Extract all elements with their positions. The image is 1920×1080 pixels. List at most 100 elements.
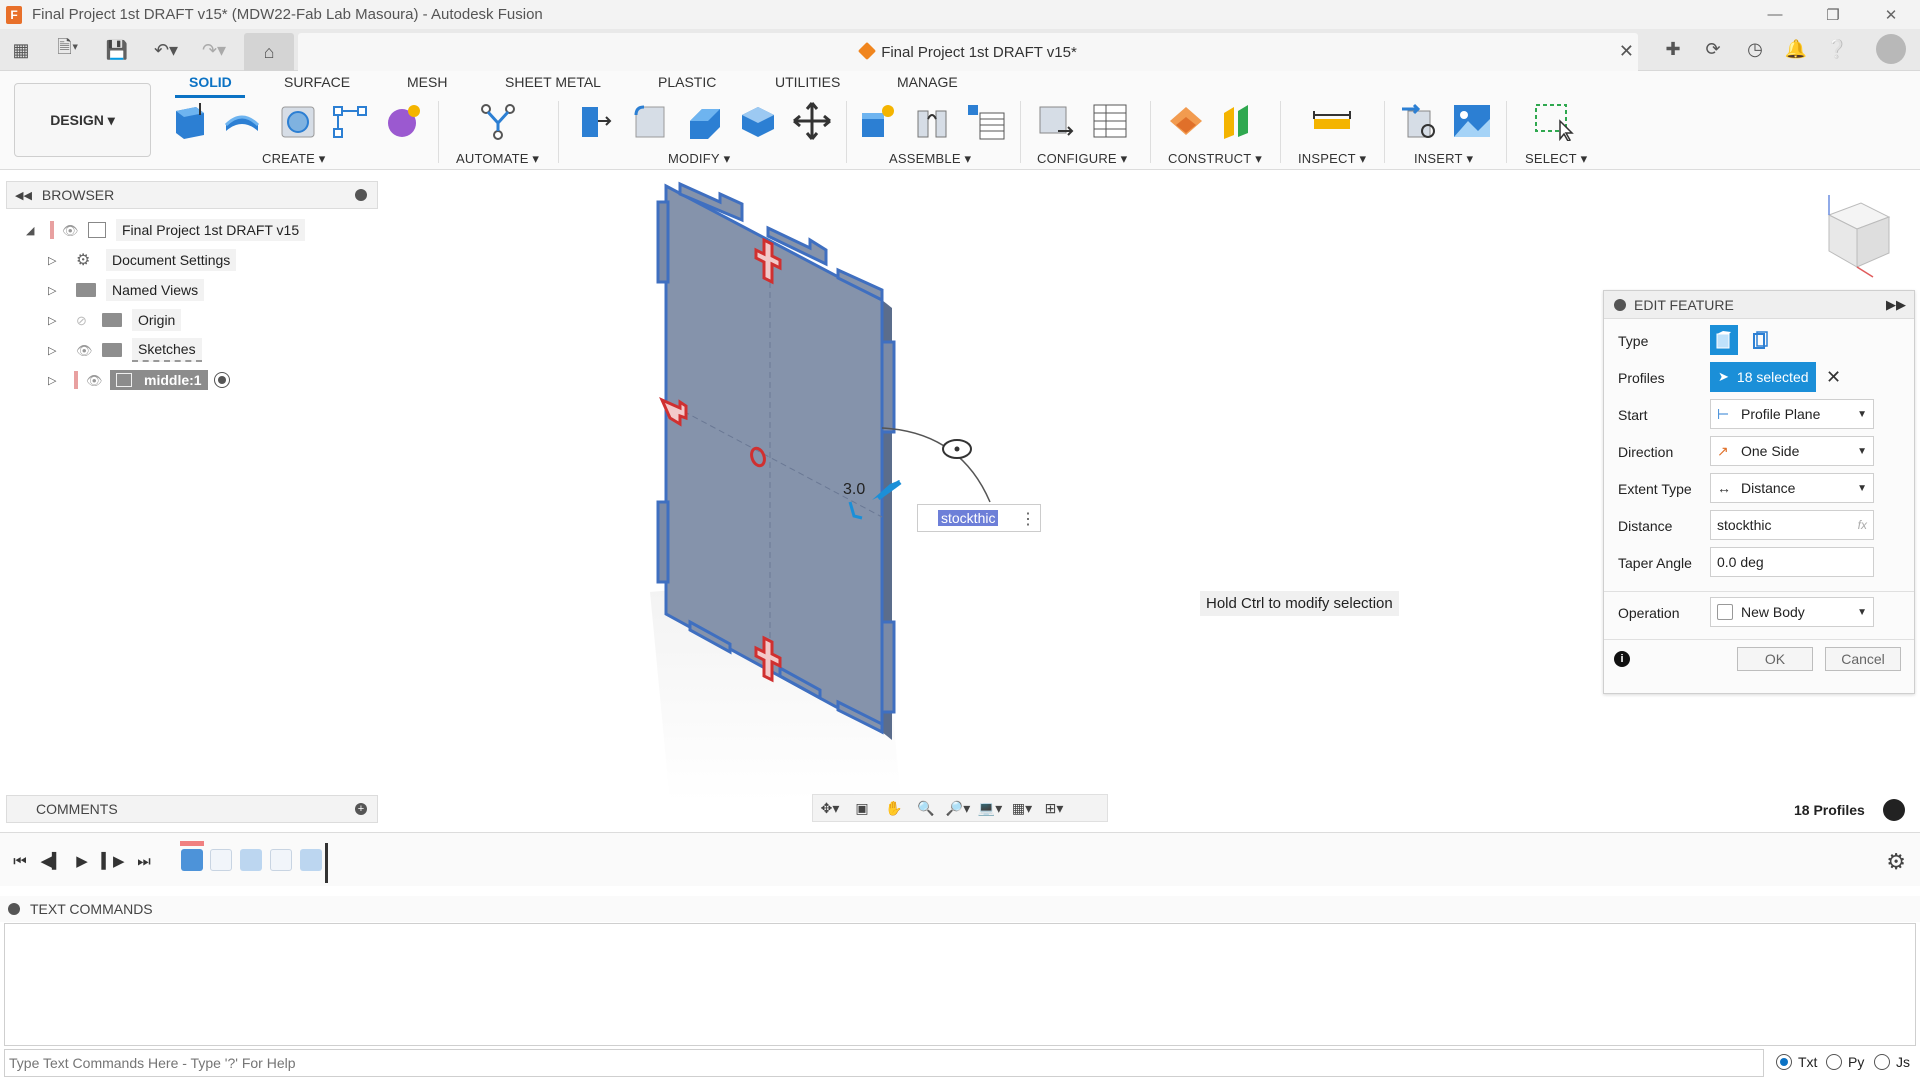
look-at-icon[interactable]: ▣ (849, 798, 875, 818)
expand-dialog-icon[interactable]: ▶▶ (1886, 297, 1906, 313)
revolve-icon[interactable] (278, 101, 318, 141)
measure-icon[interactable] (1312, 101, 1352, 141)
clear-selection-icon[interactable]: ✕ (1826, 367, 1841, 388)
configuration-table-icon[interactable] (1090, 101, 1130, 141)
document-tab[interactable]: Final Project 1st DRAFT v15* ✕ (298, 33, 1638, 71)
form-icon[interactable] (384, 101, 424, 141)
go-to-start-icon[interactable]: ⏮ (9, 852, 31, 870)
select-menu[interactable]: SELECT ▾ (1525, 151, 1587, 167)
user-avatar[interactable] (1876, 34, 1906, 64)
move-copy-icon[interactable] (792, 101, 832, 141)
step-forward-icon[interactable]: ▍▶ (101, 852, 124, 870)
inspect-menu[interactable]: INSPECT ▾ (1298, 151, 1366, 167)
activate-radio-icon[interactable] (213, 372, 230, 388)
modify-menu[interactable]: MODIFY ▾ (668, 151, 730, 167)
chamfer-icon[interactable] (684, 101, 724, 141)
expand-triangle-icon[interactable]: ▷ (48, 344, 62, 357)
distance-input-value[interactable]: stockthic (938, 510, 999, 526)
browser-item-sketches[interactable]: ▷ 👁 Sketches (48, 337, 202, 363)
close-tab-icon[interactable]: ✕ (1619, 41, 1634, 62)
chat-bubble-icon[interactable] (1883, 799, 1905, 821)
text-commands-input[interactable] (4, 1049, 1764, 1077)
dialog-minimize-icon[interactable] (1614, 298, 1626, 311)
pan-hand-icon[interactable]: ✋ (881, 798, 907, 818)
browser-root-item[interactable]: ◢ 👁 Final Project 1st DRAFT v15 (26, 217, 306, 243)
new-component-assemble-icon[interactable] (858, 101, 898, 141)
timeline-feature-sketch-2[interactable] (270, 849, 292, 871)
timeline-feature-sketch[interactable] (210, 849, 232, 871)
timeline-feature-body-2[interactable] (300, 849, 322, 871)
midplane-icon[interactable] (1220, 101, 1260, 141)
info-icon[interactable]: i (1614, 651, 1630, 667)
mode-py-radio[interactable]: Py (1826, 1054, 1864, 1070)
distance-input-box[interactable]: stockthic ⋮ (917, 504, 1041, 532)
visibility-eye-icon[interactable]: 👁 (86, 373, 106, 388)
new-component-icon[interactable] (170, 101, 210, 141)
shell-icon[interactable] (738, 101, 778, 141)
viewports-icon[interactable]: ⊞▾ (1041, 798, 1067, 818)
file-menu-icon[interactable]: 🗎▾ (48, 37, 88, 63)
mode-js-radio[interactable]: Js (1874, 1054, 1910, 1070)
operation-dropdown[interactable]: New Body ▼ (1710, 597, 1874, 627)
start-dropdown[interactable]: ⊢ Profile Plane ▼ (1710, 399, 1874, 429)
automate-icon[interactable] (478, 101, 518, 141)
expand-triangle-icon[interactable]: ▷ (48, 374, 62, 387)
display-settings-icon[interactable]: 💻▾ (977, 798, 1003, 818)
tab-sheet-metal[interactable]: SHEET METAL (505, 74, 601, 90)
tab-mesh[interactable]: MESH (407, 74, 447, 90)
restore-button[interactable]: ❐ (1804, 0, 1862, 29)
active-component-chip[interactable]: middle:1 (110, 370, 208, 390)
extrude-icon[interactable] (222, 101, 262, 141)
cancel-button[interactable]: Cancel (1825, 647, 1901, 671)
timeline-feature-extrude[interactable] (181, 849, 203, 871)
automate-menu[interactable]: AUTOMATE ▾ (456, 151, 539, 167)
job-status-icon[interactable]: ◷ (1742, 36, 1768, 62)
step-back-icon[interactable]: ◀▍ (40, 852, 63, 870)
expand-triangle-icon[interactable]: ▷ (48, 284, 62, 297)
expand-triangle-icon[interactable]: ▷ (48, 314, 62, 327)
home-icon[interactable]: ⌂ (256, 39, 282, 65)
notifications-bell-icon[interactable]: 🔔 (1783, 36, 1809, 62)
grid-settings-icon[interactable]: ▦▾ (1009, 798, 1035, 818)
browser-item-middle[interactable]: ▷ 👁 middle:1 (48, 367, 230, 393)
insert-menu[interactable]: INSERT ▾ (1414, 151, 1473, 167)
fit-icon[interactable]: 🔎▾ (945, 798, 971, 818)
help-icon[interactable]: ❔ (1824, 36, 1850, 62)
tab-surface[interactable]: SURFACE (284, 74, 350, 90)
extent-type-dropdown[interactable]: ↔ Distance ▼ (1710, 473, 1874, 503)
press-pull-icon[interactable] (576, 101, 616, 141)
taper-angle-field[interactable]: 0.0 deg (1710, 547, 1874, 577)
tab-manage[interactable]: MANAGE (897, 74, 958, 90)
collapse-triangle-icon[interactable]: ◢ (26, 224, 40, 237)
distance-field[interactable]: stockthic fx (1710, 510, 1874, 540)
extensions-icon[interactable]: ⟳ (1700, 36, 1726, 62)
offset-plane-icon[interactable] (1166, 101, 1206, 141)
assemble-menu[interactable]: ASSEMBLE ▾ (889, 151, 971, 167)
tab-solid[interactable]: SOLID (189, 74, 232, 90)
tab-utilities[interactable]: UTILITIES (775, 74, 840, 90)
text-commands-header[interactable]: TEXT COMMANDS (0, 896, 1920, 922)
type-solid-button[interactable] (1710, 325, 1738, 355)
browser-item-origin[interactable]: ▷ ⊘ Origin (48, 307, 182, 333)
expand-triangle-icon[interactable]: ▷ (48, 254, 62, 267)
direction-dropdown[interactable]: ↗ One Side ▼ (1710, 436, 1874, 466)
save-icon[interactable]: 💾 (104, 37, 130, 63)
timeline-marker[interactable] (325, 843, 328, 883)
hidden-eye-icon[interactable]: ⊘ (76, 313, 96, 328)
apps-grid-icon[interactable]: ▦ (8, 37, 34, 63)
type-thin-button[interactable] (1746, 325, 1774, 355)
collapse-browser-icon[interactable]: ◀◀ (15, 189, 32, 202)
new-tab-plus-icon[interactable]: ✚ (1660, 36, 1686, 62)
browser-panel-header[interactable]: ◀◀ BROWSER (6, 181, 378, 209)
redo-icon[interactable]: ↷▾ (194, 37, 234, 63)
window-select-icon[interactable] (1534, 101, 1574, 142)
go-to-end-icon[interactable]: ⏭ (133, 852, 155, 870)
edit-feature-header[interactable]: EDIT FEATURE ▶▶ (1604, 291, 1914, 319)
construct-menu[interactable]: CONSTRUCT ▾ (1168, 151, 1262, 167)
tab-plastic[interactable]: PLASTIC (658, 74, 716, 90)
browser-item-named-views[interactable]: ▷ Named Views (48, 277, 205, 303)
close-window-button[interactable]: ✕ (1862, 0, 1920, 29)
mode-txt-radio[interactable]: Txt (1776, 1054, 1817, 1070)
joint-icon[interactable] (912, 101, 952, 141)
play-icon[interactable]: ▶ (71, 852, 93, 870)
